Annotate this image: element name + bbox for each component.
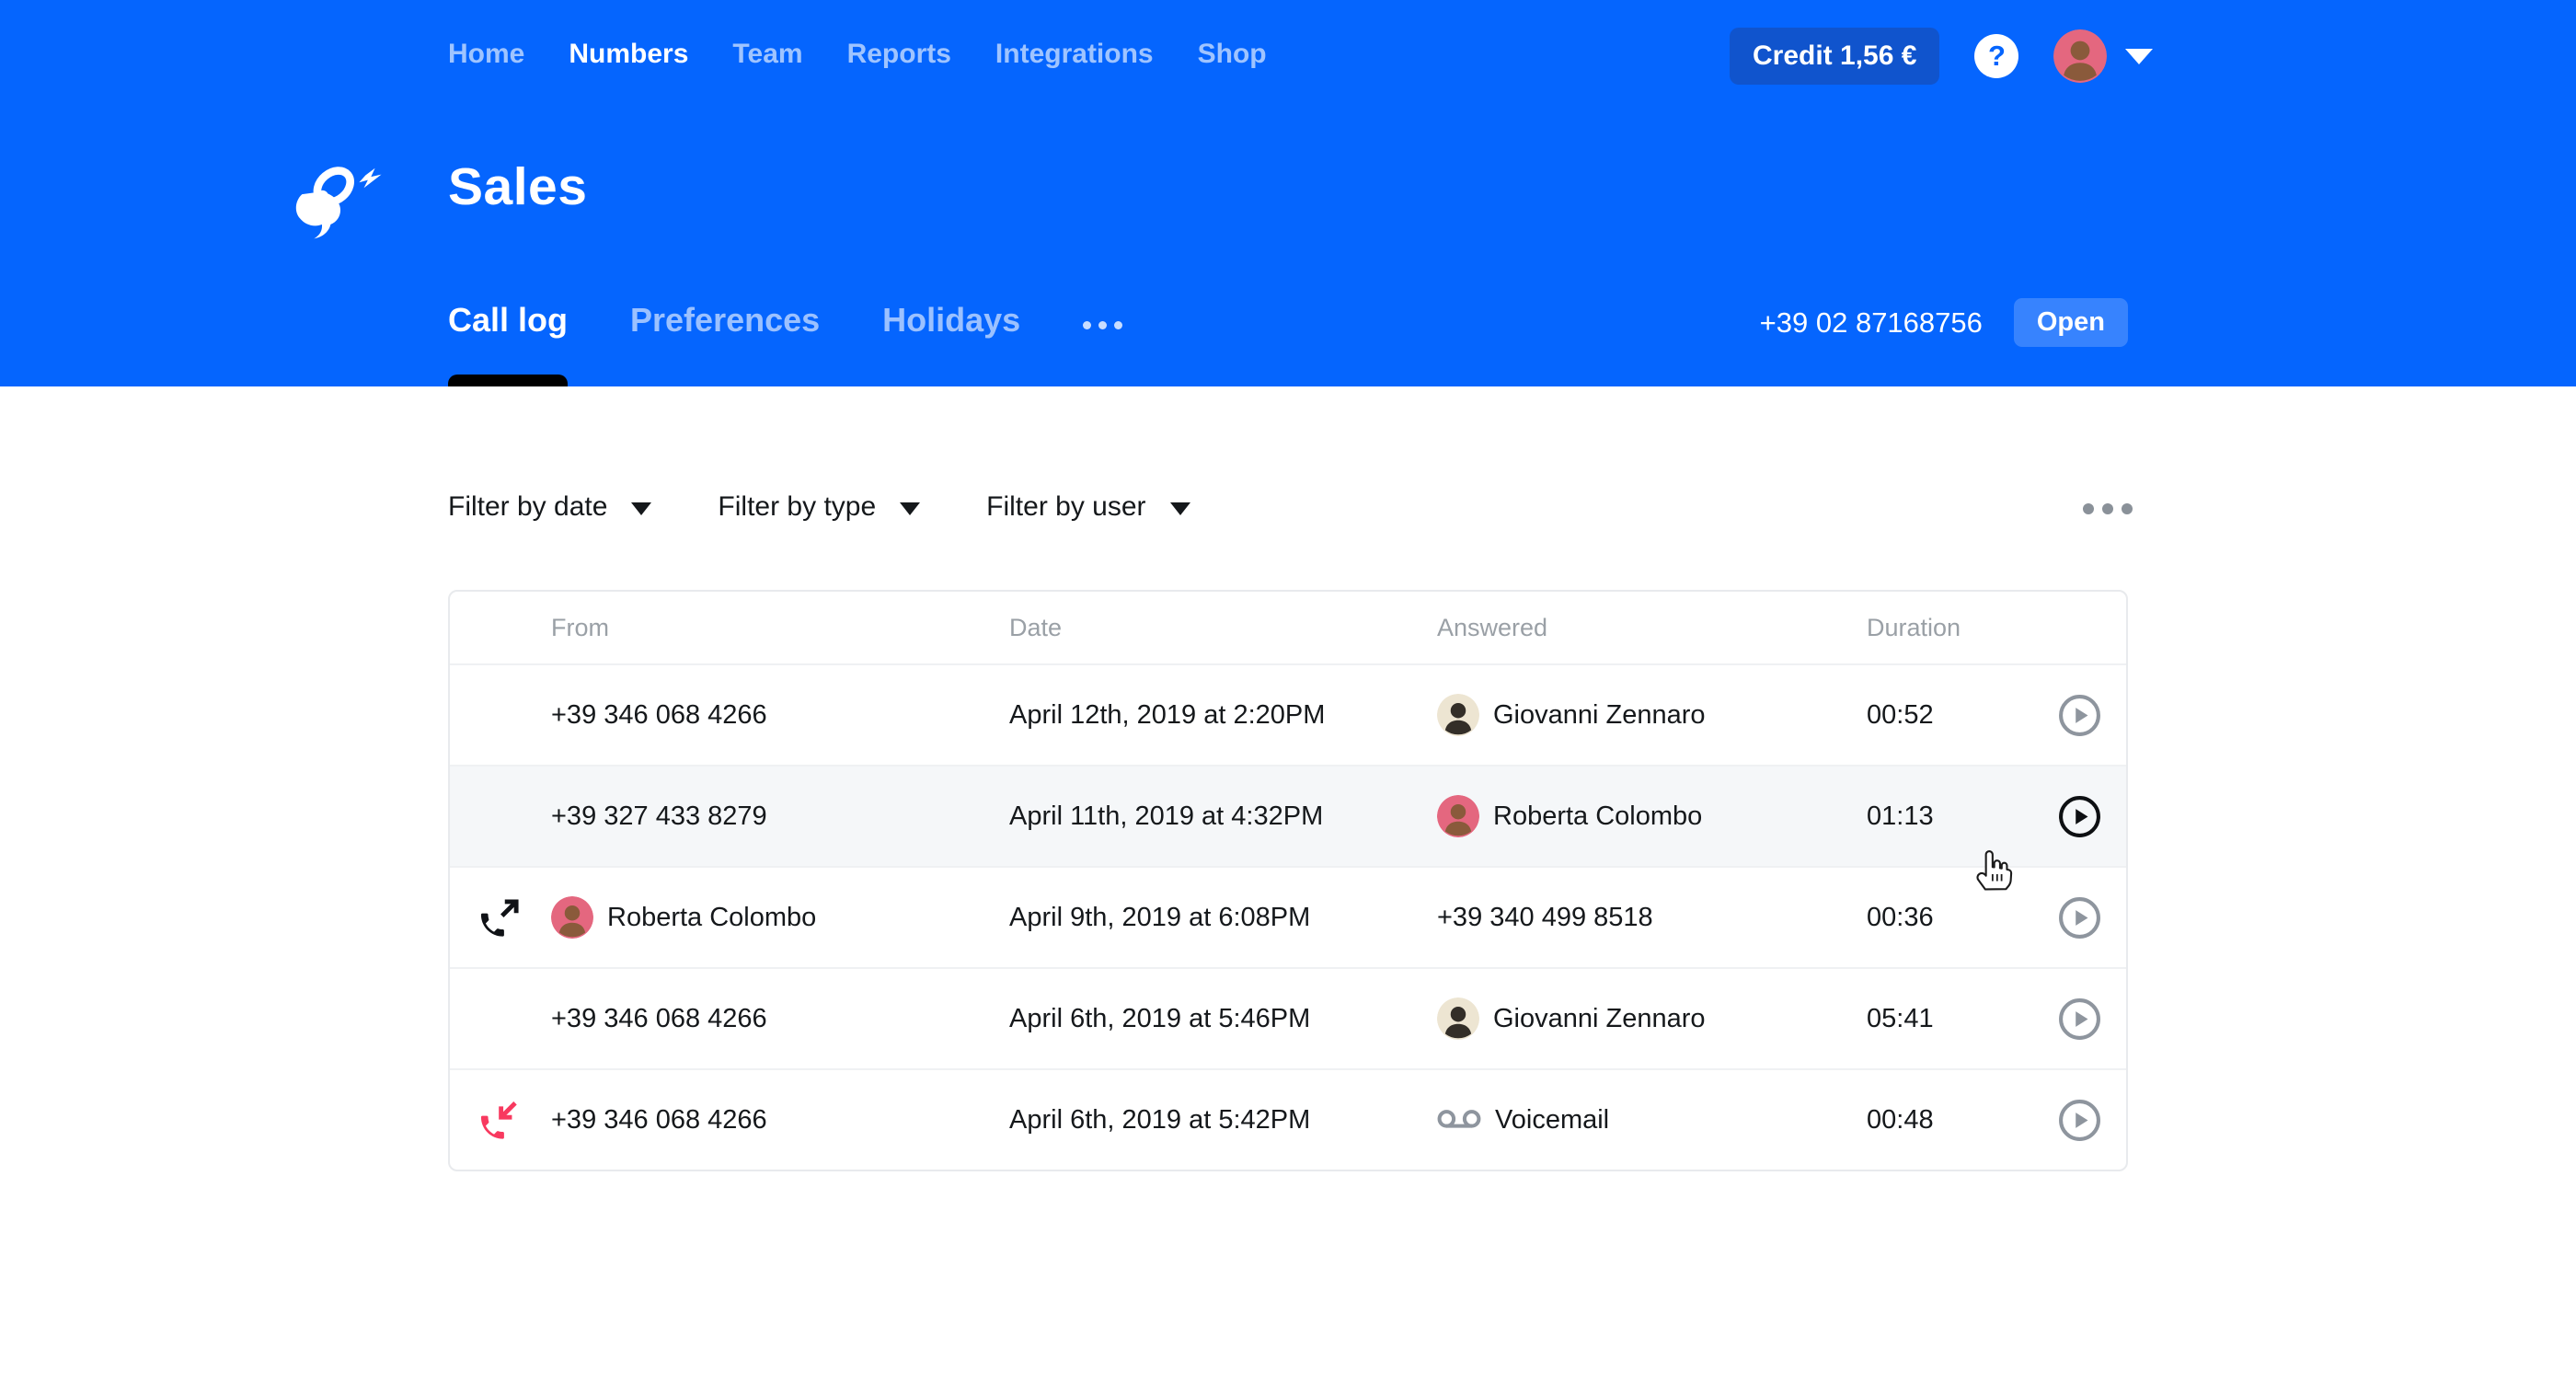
call-table-body: +39 346 068 4266 April 12th, 2019 at 2:20… xyxy=(450,663,2126,1170)
table-row[interactable]: +39 346 068 4266 April 6th, 2019 at 5:42P… xyxy=(450,1068,2126,1170)
answered-value: Giovanni Zennaro xyxy=(1493,700,1706,731)
from-value: Roberta Colombo xyxy=(607,903,816,933)
tabs-ellipsis-icon[interactable] xyxy=(1083,312,1122,329)
avatar xyxy=(1437,694,1479,736)
column-header-from: From xyxy=(551,614,1009,642)
outgoing-call-icon xyxy=(479,897,521,939)
cell-date: April 11th, 2019 at 4:32PM xyxy=(1009,801,1437,832)
table-header-row: From Date Answered Duration xyxy=(450,592,2126,663)
cell-answered: +39 340 499 8518 xyxy=(1437,903,1867,933)
table-options-ellipsis-icon[interactable] xyxy=(2083,503,2133,514)
chevron-down-icon xyxy=(1170,502,1190,515)
table-row[interactable]: +39 327 433 8279 April 11th, 2019 at 4:32… xyxy=(450,765,2126,866)
tab-call-log[interactable]: Call log xyxy=(448,301,568,340)
table-row[interactable]: +39 346 068 4266 April 12th, 2019 at 2:20… xyxy=(450,663,2126,765)
help-icon[interactable]: ? xyxy=(1974,34,2018,78)
avatar xyxy=(1437,795,1479,837)
answered-value: +39 340 499 8518 xyxy=(1437,903,1653,933)
cell-from: +39 346 068 4266 xyxy=(551,1004,1009,1034)
nav-item-shop[interactable]: Shop xyxy=(1198,39,1267,70)
call-log-table: From Date Answered Duration +39 346 068 … xyxy=(448,590,2128,1171)
tabs: Call log Preferences Holidays xyxy=(448,296,1122,344)
cell-answered: Voicemail xyxy=(1437,1105,1867,1136)
nav-item-integrations[interactable]: Integrations xyxy=(995,39,1154,70)
play-icon[interactable] xyxy=(2057,1098,2102,1143)
cell-play[interactable] xyxy=(2032,693,2126,738)
user-avatar[interactable] xyxy=(2053,29,2107,83)
filter-by-date[interactable]: Filter by date xyxy=(448,491,651,523)
cell-from: +39 346 068 4266 xyxy=(551,1105,1009,1136)
tab-preferences[interactable]: Preferences xyxy=(630,301,820,340)
filter-by-type-label: Filter by type xyxy=(718,491,876,523)
column-header-duration: Duration xyxy=(1867,614,2032,642)
nav-item-numbers[interactable]: Numbers xyxy=(569,39,688,70)
cell-date: April 6th, 2019 at 5:42PM xyxy=(1009,1105,1437,1136)
table-row[interactable]: +39 346 068 4266 April 6th, 2019 at 5:46P… xyxy=(450,967,2126,1068)
hero-header: Home Numbers Team Reports Integrations S… xyxy=(0,0,2576,386)
play-icon[interactable] xyxy=(2057,997,2102,1042)
nav-item-reports[interactable]: Reports xyxy=(847,39,951,70)
table-row[interactable]: Roberta Colombo April 9th, 2019 at 6:08PM… xyxy=(450,866,2126,967)
cell-date: April 9th, 2019 at 6:08PM xyxy=(1009,903,1437,933)
answered-value: Giovanni Zennaro xyxy=(1493,1004,1706,1034)
filter-by-type[interactable]: Filter by type xyxy=(718,491,920,523)
from-value: +39 346 068 4266 xyxy=(551,1004,767,1034)
page-title: Sales xyxy=(448,156,587,217)
main-nav: Home Numbers Team Reports Integrations S… xyxy=(448,39,1267,70)
filter-by-user[interactable]: Filter by user xyxy=(986,491,1190,523)
chevron-down-icon xyxy=(2125,49,2153,64)
cell-date: April 6th, 2019 at 5:46PM xyxy=(1009,1004,1437,1034)
chevron-down-icon xyxy=(900,502,920,515)
cell-answered: Roberta Colombo xyxy=(1437,795,1867,837)
avatar xyxy=(1437,997,1479,1040)
cell-from: Roberta Colombo xyxy=(551,896,1009,939)
cell-play[interactable] xyxy=(2032,794,2126,839)
answered-value: Roberta Colombo xyxy=(1493,801,1702,832)
user-menu[interactable] xyxy=(2053,29,2153,83)
active-tab-indicator xyxy=(448,375,568,386)
play-icon[interactable] xyxy=(2057,693,2102,738)
answered-value: Voicemail xyxy=(1495,1105,1609,1136)
nav-item-team[interactable]: Team xyxy=(732,39,802,70)
from-value: +39 327 433 8279 xyxy=(551,801,767,832)
avatar xyxy=(2053,29,2107,83)
cell-from: +39 346 068 4266 xyxy=(551,700,1009,731)
cell-duration: 00:36 xyxy=(1867,903,2032,933)
tab-holidays[interactable]: Holidays xyxy=(882,301,1020,340)
topbar-right: Credit 1,56 € ? xyxy=(1730,0,2153,112)
cell-duration: 00:52 xyxy=(1867,700,2032,731)
credit-button[interactable]: Credit 1,56 € xyxy=(1730,28,1939,85)
filter-by-user-label: Filter by user xyxy=(986,491,1145,523)
cell-from: +39 327 433 8279 xyxy=(551,801,1009,832)
column-header-date: Date xyxy=(1009,614,1437,642)
nav-item-home[interactable]: Home xyxy=(448,39,524,70)
from-value: +39 346 068 4266 xyxy=(551,700,767,731)
cell-answered: Giovanni Zennaro xyxy=(1437,694,1867,736)
cell-date: April 12th, 2019 at 2:20PM xyxy=(1009,700,1437,731)
megaphone-lightning-icon xyxy=(293,149,396,241)
line-phone-number: +39 02 87168756 xyxy=(1760,306,1983,340)
filter-bar: Filter by date Filter by type Filter by … xyxy=(448,491,1190,523)
missed-call-icon xyxy=(479,1100,521,1141)
cell-duration: 00:48 xyxy=(1867,1105,2032,1136)
play-icon[interactable] xyxy=(2057,895,2102,940)
line-info: +39 02 87168756 Open xyxy=(1760,298,2128,347)
chevron-down-icon xyxy=(631,502,651,515)
avatar xyxy=(551,896,593,939)
cell-play[interactable] xyxy=(2032,895,2126,940)
filter-by-date-label: Filter by date xyxy=(448,491,607,523)
open-line-button[interactable]: Open xyxy=(2014,298,2128,347)
from-value: +39 346 068 4266 xyxy=(551,1105,767,1136)
cell-duration: 05:41 xyxy=(1867,1004,2032,1034)
voicemail-icon xyxy=(1437,1106,1481,1134)
column-header-answered: Answered xyxy=(1437,614,1867,642)
cell-play[interactable] xyxy=(2032,1098,2126,1143)
cell-answered: Giovanni Zennaro xyxy=(1437,997,1867,1040)
cell-play[interactable] xyxy=(2032,997,2126,1042)
play-icon[interactable] xyxy=(2057,794,2102,839)
cell-duration: 01:13 xyxy=(1867,801,2032,832)
